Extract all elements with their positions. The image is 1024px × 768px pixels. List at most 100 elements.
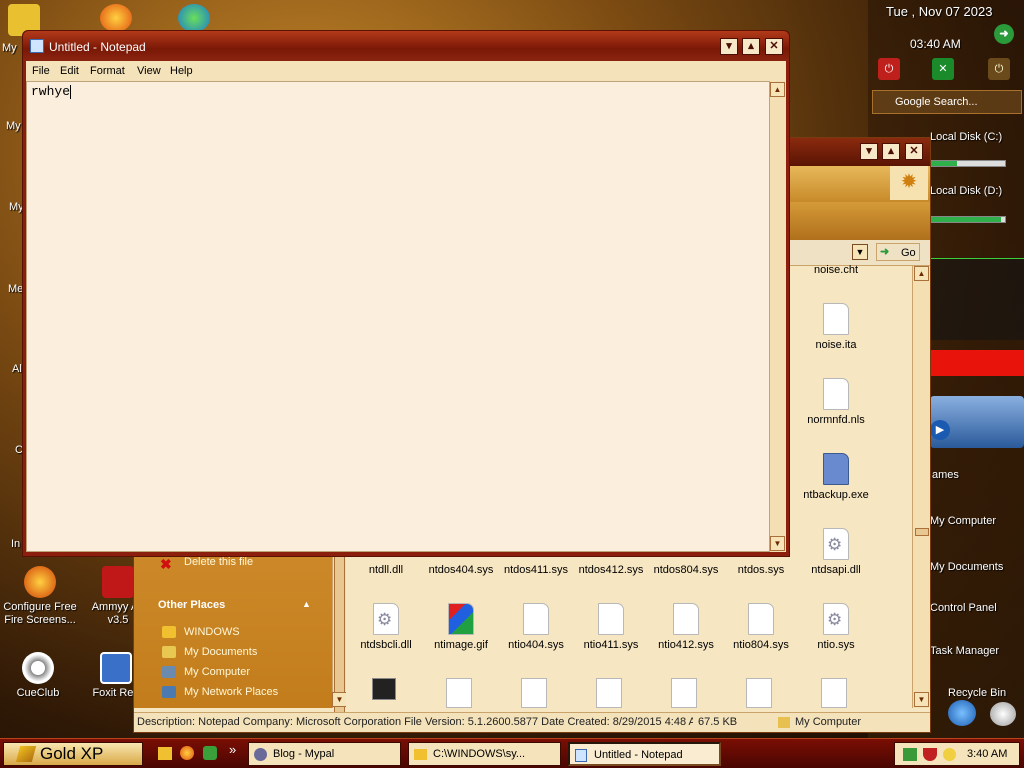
tray-clock[interactable]: 3:40 AM (967, 743, 1007, 765)
taskbar: Gold XP » Blog - Mypal C:\WINDOWS\sy... … (0, 738, 1024, 768)
address-dropdown[interactable]: ▼ (852, 244, 868, 260)
file-item[interactable]: noise.cht (796, 264, 876, 276)
file-item[interactable]: ntio404.sys (496, 603, 576, 651)
scroll-thumb[interactable] (915, 528, 929, 536)
file-item[interactable]: ntio412.sys (646, 603, 726, 651)
sidebar-link-my-computer[interactable]: My Computer (930, 515, 996, 527)
other-place-windows[interactable]: WINDOWS (184, 626, 240, 638)
file-gear-icon[interactable] (446, 678, 472, 708)
close-button[interactable]: ✕ (765, 38, 783, 55)
restart-icon[interactable]: ⏻ (988, 58, 1010, 80)
network-places-icon (162, 686, 176, 698)
quicklaunch-more-icon[interactable]: » (229, 742, 236, 757)
desktop-label-in[interactable]: In (11, 538, 20, 550)
cpu-graph (930, 258, 1024, 340)
other-place-my-documents[interactable]: My Documents (184, 646, 257, 658)
minimize-button[interactable]: ▾ (720, 38, 738, 55)
quicklaunch-idm-icon[interactable] (203, 746, 217, 760)
notepad-titlebar[interactable]: Untitled - Notepad ▾ ▴ ✕ (23, 31, 789, 61)
sidebar-link-recycle-bin[interactable]: Recycle Bin (948, 687, 1006, 699)
tray-network-icon[interactable] (903, 748, 917, 761)
taskbar-button-notepad[interactable]: Untitled - Notepad (568, 742, 721, 766)
network-icon[interactable] (948, 700, 976, 726)
desktop-label-mycomputer[interactable]: My (6, 120, 21, 132)
other-place-my-computer[interactable]: My Computer (184, 666, 250, 678)
delete-file-link[interactable]: Delete this file (184, 556, 253, 568)
file-gear-icon[interactable] (596, 678, 622, 708)
file-name: noise.ita (815, 339, 857, 351)
text-cursor (70, 84, 72, 99)
desktop-label-media[interactable]: Me (8, 283, 23, 295)
shutdown-icon[interactable]: ⏻ (878, 58, 900, 80)
other-place-network[interactable]: My Network Places (184, 686, 278, 698)
file-item[interactable]: ntio411.sys (571, 603, 651, 651)
scroll-down-button[interactable]: ▼ (914, 692, 929, 707)
notepad-scrollbar[interactable]: ▲ ▼ (770, 81, 786, 552)
google-search-box[interactable]: Google Search... (872, 90, 1022, 114)
lock-icon[interactable]: ✕ (932, 58, 954, 80)
close-button[interactable]: ✕ (905, 143, 923, 160)
scroll-up-button[interactable]: ▲ (914, 266, 929, 281)
minimize-button[interactable]: ▾ (860, 143, 878, 160)
file-gear-icon[interactable] (671, 678, 697, 708)
notepad-title: Untitled - Notepad (49, 40, 146, 54)
desktop-icon-configure-fire[interactable]: Configure Free Fire Screens... (0, 566, 80, 627)
quicklaunch-folder-icon[interactable] (158, 747, 172, 760)
file-name: ntio412.sys (658, 639, 714, 651)
menu-edit[interactable]: Edit (60, 65, 79, 77)
menu-help[interactable]: Help (170, 65, 193, 77)
file-item[interactable]: ntbackup.exe (796, 453, 876, 501)
start-button[interactable]: Gold XP (3, 742, 143, 766)
file-item[interactable]: normnfd.nls (796, 378, 876, 426)
file-name: ntio.sys (817, 639, 855, 651)
file-gear-icon[interactable] (521, 678, 547, 708)
desktop-icon-cueclub[interactable]: CueClub (0, 652, 78, 700)
my-computer-icon (162, 666, 176, 678)
chevron-up-icon[interactable]: ▲ (302, 599, 311, 609)
maximize-button[interactable]: ▴ (742, 38, 760, 55)
scroll-down-button[interactable]: ▼ (770, 536, 785, 551)
sidebar-link-games[interactable]: ames (932, 469, 959, 481)
arrow-next-icon[interactable]: ➜ (994, 24, 1014, 44)
menu-view[interactable]: View (137, 65, 161, 77)
taskbar-button-blog[interactable]: Blog - Mypal (248, 742, 401, 766)
sidebar-link-my-documents[interactable]: My Documents (930, 561, 1003, 573)
quicklaunch-firefox-icon[interactable] (180, 746, 194, 760)
sidebar-link-task-manager[interactable]: Task Manager (930, 645, 999, 657)
other-places-heading[interactable]: Other Places (158, 599, 225, 611)
windows-logo-icon: ✹ (890, 166, 928, 200)
file-item[interactable]: ntdsapi.dll (796, 528, 876, 576)
desktop-label-al[interactable]: Al (12, 363, 22, 375)
file-list-scrollbar[interactable]: ▲ ▼ (912, 266, 930, 708)
file-item[interactable]: noise.ita (796, 303, 876, 351)
file-name: normnfd.nls (807, 414, 865, 426)
notepad-text-area[interactable]: rwhye (26, 81, 770, 552)
idm-desktop-icon[interactable] (178, 4, 210, 32)
console-exe-icon[interactable] (372, 678, 396, 700)
volume-icon[interactable] (990, 702, 1016, 726)
maximize-button[interactable]: ▴ (882, 143, 900, 160)
scroll-up-button[interactable]: ▲ (770, 82, 785, 97)
file-item[interactable]: ntimage.gif (421, 603, 501, 651)
file-name: ntimage.gif (434, 639, 488, 651)
menu-format[interactable]: Format (90, 65, 125, 77)
file-item[interactable]: ntdsbcli.dll (346, 603, 426, 651)
file-doc-icon (823, 378, 849, 410)
file-item[interactable]: ntio804.sys (721, 603, 801, 651)
dll-gear-icon (373, 603, 399, 635)
scroll-down-button[interactable]: ▼ (332, 692, 347, 707)
sidebar-link-control-panel[interactable]: Control Panel (930, 602, 997, 614)
taskbar-button-explorer[interactable]: C:\WINDOWS\sy... (408, 742, 561, 766)
folder-icon (162, 626, 176, 638)
go-label: Go (901, 247, 916, 259)
play-icon[interactable]: ▶ (930, 420, 950, 440)
file-gear-icon[interactable] (821, 678, 847, 708)
menu-file[interactable]: File (32, 65, 50, 77)
file-gear-icon[interactable] (746, 678, 772, 708)
go-button[interactable]: ➜ Go (876, 243, 920, 261)
tray-shield-icon[interactable] (923, 748, 937, 761)
file-item[interactable]: ntio.sys (796, 603, 876, 651)
red-banner (930, 350, 1024, 376)
tray-clock-icon[interactable] (943, 748, 956, 761)
firefox-desktop-icon[interactable] (100, 4, 132, 32)
